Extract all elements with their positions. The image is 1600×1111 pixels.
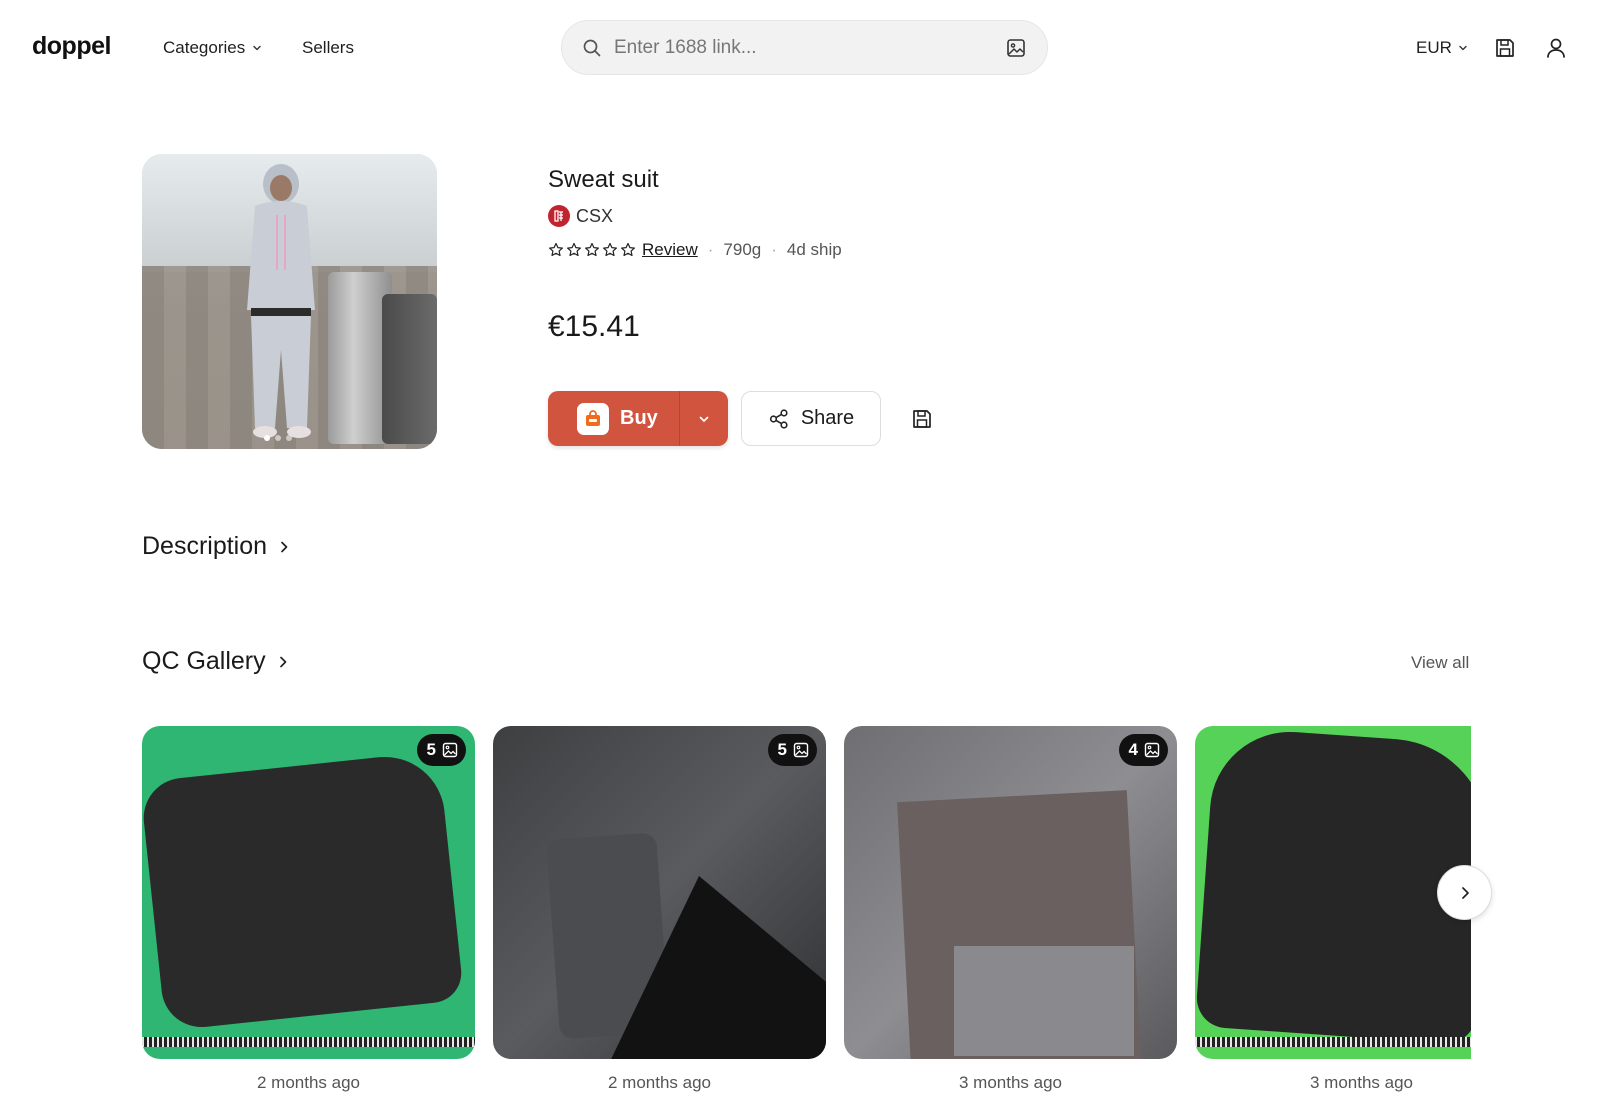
product-price: €15.41 [548, 310, 640, 343]
gallery-next-button[interactable] [1437, 865, 1492, 920]
buy-button-group: Buy [548, 391, 728, 446]
meta-separator: · [707, 240, 714, 259]
carousel-dots [264, 435, 292, 441]
chevron-down-icon [1459, 45, 1467, 51]
photo-count: 5 [777, 740, 787, 759]
photo-count-badge: 5 [767, 734, 817, 766]
share-icon [769, 408, 788, 429]
qc-photo[interactable]: 5 [142, 726, 475, 1059]
save-product-button[interactable] [908, 405, 936, 433]
review-link[interactable]: Review [642, 240, 698, 260]
product-meta: Review · 790g · 4d ship [548, 240, 842, 260]
model-figure [247, 164, 315, 438]
view-all-link[interactable]: View all [1411, 653, 1469, 673]
shipping-time: 4d ship [786, 240, 842, 259]
photo-count: 5 [426, 740, 436, 759]
qc-card[interactable]: 4 3 months ago [844, 726, 1177, 1093]
currency-label: EUR [1416, 38, 1452, 57]
star-empty-icon [621, 242, 635, 257]
bookmark-icon[interactable] [1492, 35, 1518, 61]
photo-count-badge: 5 [416, 734, 466, 766]
qc-photo[interactable] [1195, 726, 1471, 1059]
share-label: Share [800, 407, 855, 429]
chevron-down-icon [699, 416, 709, 422]
chevron-down-icon [253, 45, 261, 51]
meta-separator: · [771, 240, 777, 259]
currency-selector[interactable]: EUR [1416, 38, 1469, 58]
qc-time: 2 months ago [607, 1073, 711, 1092]
product-title: Sweat suit [548, 166, 659, 193]
chevron-right-icon [281, 541, 288, 552]
product-image[interactable] [142, 154, 437, 449]
star-empty-icon [549, 242, 563, 257]
qc-photo[interactable]: 5 [493, 726, 826, 1059]
bookmark-icon [913, 410, 931, 428]
seller-logo-icon [548, 205, 570, 227]
qc-time: 2 months ago [256, 1073, 360, 1092]
shopping-bag-icon [577, 402, 609, 435]
image-icon [793, 742, 809, 758]
photo-count-badge: 4 [1118, 734, 1168, 766]
ruler-shape [142, 1037, 475, 1047]
buy-label: Buy [620, 407, 658, 429]
seller-name: CSX [576, 205, 614, 226]
star-empty-icon [567, 242, 581, 257]
qc-card[interactable]: 3 months ago [1195, 726, 1471, 1093]
buy-options-dropdown[interactable] [680, 391, 728, 446]
site-header: doppel Categories Sellers EUR [0, 0, 1600, 96]
search-bar [561, 20, 1048, 75]
product-weight: 790g [723, 240, 762, 259]
search-input[interactable] [614, 36, 1005, 59]
qc-card[interactable]: 5 2 months ago [493, 726, 826, 1093]
qc-gallery: 5 2 months ago 5 2 months ago 4 3 months… [142, 726, 1471, 1111]
search-icon [583, 39, 601, 56]
nav-categories[interactable]: Categories [163, 38, 263, 58]
nav-sellers[interactable]: Sellers [302, 38, 354, 58]
description-section-link[interactable]: Description [142, 532, 291, 561]
garment-shape [142, 751, 465, 1031]
site-logo[interactable]: doppel [32, 32, 111, 61]
suitcase-shape [382, 294, 437, 444]
nav-categories-label: Categories [163, 38, 246, 57]
tag-shape [954, 946, 1134, 1056]
carousel-dot[interactable] [286, 435, 292, 441]
qc-gallery-title: QC Gallery [142, 647, 266, 675]
image-search-icon[interactable] [1005, 37, 1027, 59]
description-title: Description [142, 532, 268, 560]
ruler-shape [1195, 1037, 1471, 1047]
qc-gallery-section-link[interactable]: QC Gallery [142, 647, 290, 676]
qc-card[interactable]: 5 2 months ago [142, 726, 475, 1093]
nav-sellers-label: Sellers [302, 38, 354, 57]
qc-time: 3 months ago [1309, 1073, 1413, 1092]
chevron-right-icon [1461, 886, 1469, 899]
buy-button[interactable]: Buy [548, 391, 680, 446]
star-empty-icon [585, 242, 599, 257]
rating-stars [548, 242, 636, 258]
user-icon[interactable] [1543, 35, 1569, 61]
garment-shape [1195, 726, 1471, 1046]
chevron-right-icon [279, 656, 286, 667]
carousel-dot[interactable] [275, 435, 281, 441]
star-empty-icon [603, 242, 617, 257]
seller-link[interactable]: CSX [548, 205, 613, 227]
qc-time: 3 months ago [958, 1073, 1062, 1092]
image-icon [442, 742, 458, 758]
share-button[interactable]: Share [741, 391, 881, 446]
qc-photo[interactable]: 4 [844, 726, 1177, 1059]
photo-count: 4 [1128, 740, 1138, 759]
carousel-dot[interactable] [264, 435, 270, 441]
image-icon [1144, 742, 1160, 758]
